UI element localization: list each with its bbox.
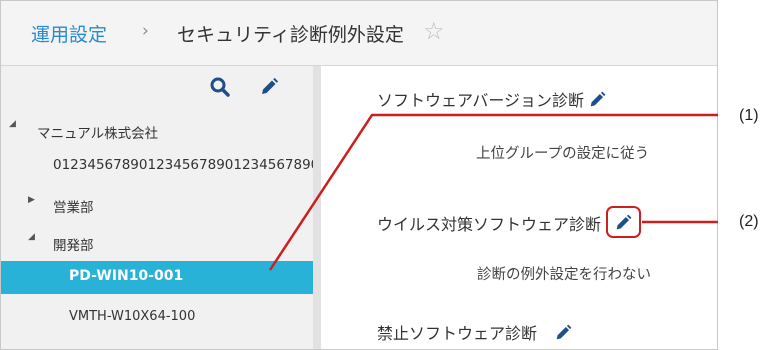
tree-node-root-id[interactable]: 01234567890123456789012345678901 [53,157,313,173]
section-title-software-version: ソフトウェアバージョン診断 [377,91,585,110]
section-title-antivirus: ウイルス対策ソフトウェア診断 [377,215,602,234]
breadcrumb-separator: › [142,21,149,41]
edit-pencil-icon[interactable] [587,88,609,110]
expanded-caret-icon[interactable]: ◢ [28,232,35,242]
breadcrumb-link-operation-settings[interactable]: 運用設定 [31,20,107,47]
app-window: 運用設定 › セキュリティ診断例外設定 ☆ ◢ マニュアル株式会社 012345… [0,0,718,350]
diagnosis-settings-panel: ソフトウェアバージョン診断 上位グループの設定に従う ウイルス対策ソフトウェア診… [321,66,717,349]
collapsed-caret-icon[interactable]: ▶ [28,195,35,205]
tree-node-device[interactable]: VMTH-W10X64-100 [69,309,195,324]
annotation-label-2: (2) [739,213,759,230]
group-tree-sidebar: ◢ マニュアル株式会社 0123456789012345678901234567… [1,66,321,349]
edit-pencil-icon[interactable] [613,211,635,233]
pencil-icon[interactable] [257,75,281,99]
edit-pencil-icon[interactable] [553,321,575,343]
tree-node-dev[interactable]: 開発部 [53,234,94,254]
tree-node-selected-label: PD-WIN10-001 [69,268,184,284]
page-header: 運用設定 › セキュリティ診断例外設定 ☆ [1,1,717,66]
sidebar-scrollbar[interactable] [313,66,321,349]
tree-node-selected[interactable]: PD-WIN10-001 [1,261,313,294]
section-value-antivirus: 診断の例外設定を行わない [477,267,651,283]
annotation-label-1: (1) [739,107,759,124]
star-icon[interactable]: ☆ [423,17,445,45]
expanded-caret-icon[interactable]: ◢ [9,119,16,129]
search-icon[interactable] [208,75,232,99]
page-title: セキュリティ診断例外設定 [177,24,404,46]
tree-node-sales[interactable]: 営業部 [53,196,94,216]
section-title-prohibited-software: 禁止ソフトウェア診断 [377,324,538,343]
tree-node-root[interactable]: マニュアル株式会社 [37,122,158,142]
section-value-software-version: 上位グループの設定に従う [476,146,650,162]
